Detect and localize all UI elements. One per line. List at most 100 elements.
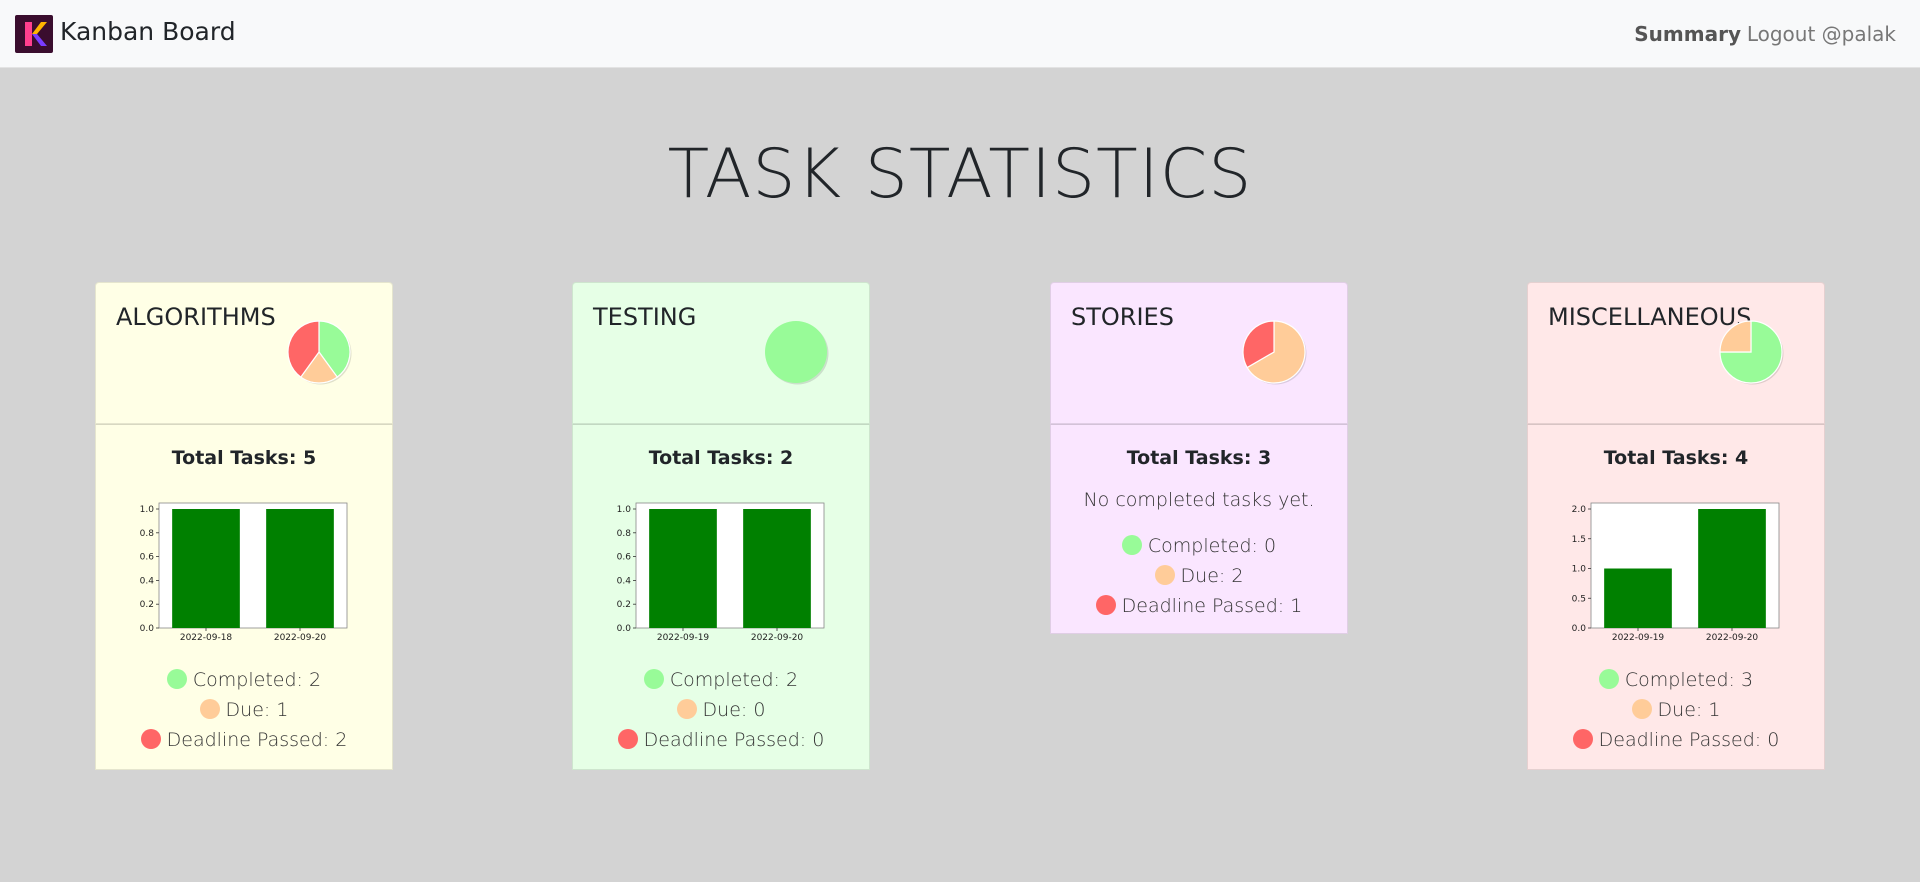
bar-2022-09-20 bbox=[266, 509, 334, 628]
legend-due: Due: 1 bbox=[96, 695, 392, 725]
total-tasks: Total Tasks: 5 bbox=[171, 447, 317, 469]
completed-count: Completed: 2 bbox=[192, 669, 322, 691]
card-body: Total Tasks: 5 0.0 0.2 0.4 0.6 0.8 1.0 2022-09… bbox=[95, 424, 393, 770]
x-tick-label: 2022-09-20 bbox=[1706, 633, 1759, 641]
status-legend: Completed: 0 Due: 2 Deadline Passed: 1 bbox=[1051, 511, 1347, 633]
due-dot-icon bbox=[676, 699, 697, 719]
bar-2022-09-18 bbox=[172, 509, 240, 628]
y-tick-label: 0.4 bbox=[617, 576, 632, 586]
deadline-passed-count: Deadline Passed: 2 bbox=[166, 729, 348, 751]
page-title: TASK STATISTICS bbox=[667, 135, 1253, 214]
deadline-passed-dot-icon bbox=[617, 729, 638, 749]
due-dot-icon bbox=[199, 699, 220, 719]
total-tasks: Total Tasks: 2 bbox=[648, 447, 794, 469]
y-tick-label: 0.5 bbox=[1572, 594, 1586, 604]
due-count: Due: 1 bbox=[225, 699, 289, 721]
completed-count: Completed: 2 bbox=[669, 669, 799, 691]
status-pie-chart bbox=[765, 321, 829, 385]
deadline-passed-dot-icon bbox=[140, 729, 161, 749]
card-body: Total Tasks: 3 No completed tasks yet. C… bbox=[1050, 424, 1348, 634]
x-tick-label: 2022-09-19 bbox=[1612, 633, 1665, 641]
y-tick-label: 0.0 bbox=[617, 624, 632, 634]
card-body: Total Tasks: 4 0.0 0.5 1.0 1.5 2.0 2022-09-19… bbox=[1527, 424, 1825, 770]
legend-completed: Completed: 3 bbox=[1528, 665, 1824, 695]
kanban-logo-icon[interactable] bbox=[15, 15, 53, 53]
card-header: TESTING bbox=[572, 282, 870, 424]
y-tick-label: 0.6 bbox=[140, 553, 155, 563]
bar-2022-09-20 bbox=[743, 509, 811, 628]
deadline-passed-count: Deadline Passed: 0 bbox=[643, 729, 825, 751]
status-legend: Completed: 2 Due: 1 Deadline Passed: 2 bbox=[96, 641, 392, 769]
completion-bar-chart: 0.0 0.2 0.4 0.6 0.8 1.0 2022-09-19 2022-09-20 bbox=[617, 502, 825, 641]
y-tick-label: 0.6 bbox=[617, 553, 632, 563]
brand-name[interactable]: Kanban Board bbox=[60, 17, 236, 46]
y-tick-label: 1.0 bbox=[140, 505, 155, 515]
total-tasks: Total Tasks: 4 bbox=[1603, 447, 1749, 469]
legend-deadline-passed: Deadline Passed: 1 bbox=[1051, 591, 1347, 621]
list-card-testing: TESTING Total Tasks: 2 0.0 0.2 0.4 0.6 0.8 1.… bbox=[572, 282, 870, 770]
navbar: Kanban Board Summary Logout @palak bbox=[0, 0, 1920, 68]
y-tick-label: 1.0 bbox=[1572, 565, 1587, 575]
list-name: ALGORITHMS bbox=[116, 303, 276, 331]
completed-count: Completed: 0 bbox=[1147, 535, 1277, 557]
x-tick-label: 2022-09-18 bbox=[180, 633, 233, 641]
y-tick-label: 2.0 bbox=[1572, 505, 1587, 515]
card-header: STORIES bbox=[1050, 282, 1348, 424]
bar-2022-09-19 bbox=[1604, 568, 1672, 628]
card-header: MISCELLANEOUS bbox=[1527, 282, 1825, 424]
y-tick-label: 0.8 bbox=[617, 529, 632, 539]
y-tick-label: 1.5 bbox=[1572, 535, 1586, 545]
completed-count: Completed: 3 bbox=[1624, 669, 1754, 691]
list-name: TESTING bbox=[593, 303, 697, 331]
deadline-passed-count: Deadline Passed: 1 bbox=[1121, 595, 1303, 617]
card-body: Total Tasks: 2 0.0 0.2 0.4 0.6 0.8 1.0 2022-09… bbox=[572, 424, 870, 770]
completion-bar-chart: 0.0 0.2 0.4 0.6 0.8 1.0 2022-09-18 2022-09-20 bbox=[140, 502, 348, 641]
x-tick-label: 2022-09-20 bbox=[751, 633, 804, 641]
due-count: Due: 2 bbox=[1180, 565, 1244, 587]
card-header: ALGORITHMS bbox=[95, 282, 393, 424]
legend-completed: Completed: 2 bbox=[573, 665, 869, 695]
y-tick-label: 0.2 bbox=[617, 600, 631, 610]
completed-dot-icon bbox=[1598, 669, 1619, 689]
y-tick-label: 1.0 bbox=[617, 505, 632, 515]
y-tick-label: 0.4 bbox=[140, 576, 155, 586]
y-tick-label: 0.2 bbox=[140, 600, 154, 610]
legend-completed: Completed: 0 bbox=[1051, 531, 1347, 561]
status-pie-chart bbox=[287, 320, 352, 385]
completed-dot-icon bbox=[166, 669, 187, 689]
status-pie-chart bbox=[1719, 320, 1784, 385]
due-count: Due: 0 bbox=[702, 699, 766, 721]
bar-2022-09-20 bbox=[1698, 509, 1766, 628]
completed-dot-icon bbox=[1121, 535, 1142, 555]
legend-deadline-passed: Deadline Passed: 2 bbox=[96, 725, 392, 755]
list-card-miscellaneous: MISCELLANEOUS Total Tasks: 4 0.0 0.5 1.0 1.… bbox=[1527, 282, 1825, 770]
list-name: STORIES bbox=[1071, 303, 1174, 331]
pie-slice-completed bbox=[765, 321, 827, 383]
y-tick-label: 0.0 bbox=[1572, 624, 1587, 634]
bar-2022-09-19 bbox=[649, 509, 717, 628]
list-card-stories: STORIES Total Tasks: 3 No completed task… bbox=[1050, 282, 1348, 634]
status-legend: Completed: 2 Due: 0 Deadline Passed: 0 bbox=[573, 641, 869, 769]
legend-due: Due: 0 bbox=[573, 695, 869, 725]
no-completed-message: No completed tasks yet. bbox=[1083, 489, 1315, 511]
legend-deadline-passed: Deadline Passed: 0 bbox=[1528, 725, 1824, 755]
deadline-passed-count: Deadline Passed: 0 bbox=[1598, 729, 1780, 751]
due-dot-icon bbox=[1154, 565, 1175, 585]
nav-summary-link[interactable]: Summary bbox=[1634, 22, 1741, 46]
completed-dot-icon bbox=[643, 669, 664, 689]
legend-completed: Completed: 2 bbox=[96, 665, 392, 695]
list-card-algorithms: ALGORITHMS Total Tasks: 5 0.0 0.2 0.4 0.6 0.… bbox=[95, 282, 393, 770]
legend-due: Due: 1 bbox=[1528, 695, 1824, 725]
y-tick-label: 0.8 bbox=[140, 529, 155, 539]
nav-logout-link[interactable]: Logout @palak bbox=[1747, 22, 1896, 46]
status-legend: Completed: 3 Due: 1 Deadline Passed: 0 bbox=[1528, 641, 1824, 769]
pie-slice-due bbox=[1719, 320, 1752, 353]
y-tick-label: 0.0 bbox=[140, 624, 155, 634]
status-pie-chart bbox=[1242, 320, 1307, 385]
legend-deadline-passed: Deadline Passed: 0 bbox=[573, 725, 869, 755]
deadline-passed-dot-icon bbox=[1095, 595, 1116, 615]
total-tasks: Total Tasks: 3 bbox=[1126, 447, 1272, 469]
x-tick-label: 2022-09-19 bbox=[657, 633, 710, 641]
legend-due: Due: 2 bbox=[1051, 561, 1347, 591]
completion-bar-chart: 0.0 0.5 1.0 1.5 2.0 2022-09-19 2022-09-20 bbox=[1572, 502, 1780, 641]
